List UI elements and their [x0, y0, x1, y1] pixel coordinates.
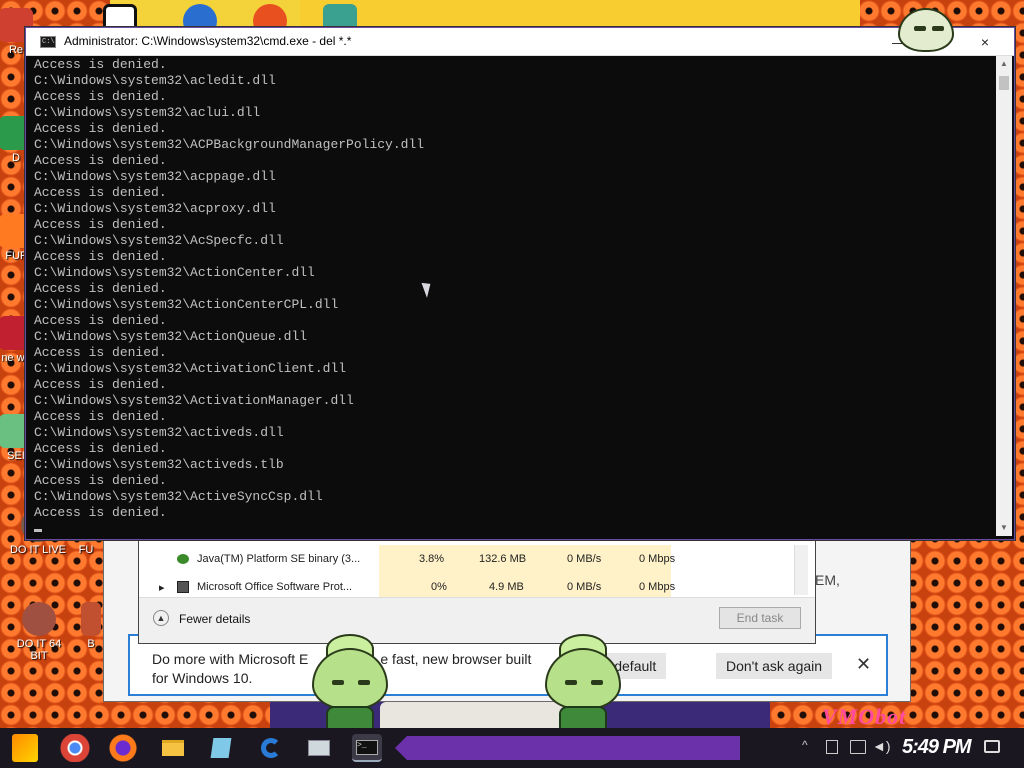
table-row[interactable]: Java(TM) Platform SE binary (3... 3.8% 1…	[147, 545, 799, 573]
disk-value: 0 MB/s	[567, 553, 602, 565]
console-line: Access is denied.	[34, 89, 167, 104]
console-line: C:\Windows\system32\aclui.dll	[34, 105, 261, 120]
clock[interactable]: 5:49 PM	[902, 736, 972, 759]
process-name: Microsoft Office Software Prot...	[197, 581, 353, 593]
console-line: Access is denied.	[34, 121, 167, 136]
console-line: Access is denied.	[34, 185, 167, 200]
disk-value: 0 MB/s	[567, 581, 602, 593]
taskbar-decoration	[395, 736, 740, 760]
console-line: Access is denied.	[34, 217, 167, 232]
fewer-details-link[interactable]: Fewer details	[179, 612, 250, 626]
terminal-icon: C:\	[40, 36, 56, 48]
console-line: C:\Windows\system32\ActionCenter.dll	[34, 265, 315, 280]
taskbar: >_ ^ ◄) 5:49 PM	[0, 728, 1024, 768]
console-line: C:\Windows\system32\acppage.dll	[34, 169, 276, 184]
edge-clipped-text: EM,	[815, 572, 840, 588]
title-bar[interactable]: C:\ Administrator: C:\Windows\system32\c…	[26, 28, 1014, 56]
tablet-icon[interactable]	[826, 740, 838, 754]
cmd-window[interactable]: C:\ Administrator: C:\Windows\system32\c…	[25, 27, 1015, 540]
console-line: C:\Windows\system32\ActionQueue.dll	[34, 329, 308, 344]
volume-icon[interactable]: ◄)	[872, 738, 891, 754]
office-icon	[177, 581, 189, 593]
cartoon-character	[545, 634, 621, 746]
console-line: Access is denied.	[34, 313, 167, 328]
window-title: Administrator: C:\Windows\system32\cmd.e…	[64, 34, 352, 48]
cartoon-character	[898, 8, 956, 64]
file-explorer-icon[interactable]	[158, 734, 188, 762]
wallpaper-comic-strip	[300, 0, 860, 28]
end-task-button[interactable]: End task	[719, 607, 801, 629]
chevron-up-icon[interactable]: ^	[802, 738, 808, 752]
edge-icon[interactable]	[256, 734, 286, 762]
console-line: Access is denied.	[34, 57, 167, 72]
scrollbar[interactable]	[794, 545, 808, 595]
console-line: C:\Windows\system32\ACPBackgroundManager…	[34, 137, 425, 152]
scrollbar[interactable]: ▲ ▼	[996, 56, 1012, 536]
cmd-icon[interactable]: >_	[352, 734, 382, 762]
console-line: C:\Windows\system32\ActivationManager.dl…	[34, 393, 354, 408]
network-value: 0 Mbps	[639, 553, 676, 565]
scroll-thumb[interactable]	[999, 76, 1009, 90]
text-cursor	[34, 529, 42, 532]
wallpaper-watermark: VMObot	[822, 704, 907, 729]
task-manager-footer: ▲ Fewer details End task	[139, 597, 815, 643]
console-line: C:\Windows\system32\ActionCenterCPL.dll	[34, 297, 339, 312]
console-line: Access is denied.	[34, 153, 167, 168]
scroll-down-icon[interactable]: ▼	[996, 520, 1012, 536]
close-icon[interactable]: ✕	[856, 654, 871, 675]
task-manager-icon[interactable]	[304, 734, 334, 762]
cpu-value: 0%	[431, 581, 447, 593]
network-icon[interactable]	[850, 740, 866, 754]
close-button[interactable]: ×	[962, 28, 1008, 56]
firefox-icon[interactable]	[108, 734, 138, 762]
java-icon	[177, 554, 189, 564]
console-line: Access is denied.	[34, 249, 167, 264]
process-name: Java(TM) Platform SE binary (3...	[197, 553, 361, 565]
desktop-icon[interactable]: B	[76, 602, 106, 650]
console-line: Access is denied.	[34, 281, 167, 296]
memory-value: 132.6 MB	[479, 553, 527, 565]
console-line: C:\Windows\system32\acproxy.dll	[34, 201, 276, 216]
app-icon	[81, 602, 101, 636]
start-button[interactable]	[12, 734, 38, 762]
console-line: Access is denied.	[34, 345, 167, 360]
expand-arrow-icon[interactable]: ▸	[159, 581, 165, 594]
console-line: C:\Windows\system32\ActiveSyncCsp.dll	[34, 489, 323, 504]
memory-value: 4.9 MB	[489, 581, 524, 593]
console-output[interactable]: Access is denied. C:\Windows\system32\acl…	[34, 57, 996, 537]
scroll-up-icon[interactable]: ▲	[996, 56, 1012, 72]
cpu-value: 3.8%	[419, 553, 445, 565]
chevron-up-icon[interactable]: ▲	[153, 610, 169, 626]
console-line: C:\Windows\system32\activeds.tlb	[34, 457, 284, 472]
task-manager-window: Java(TM) Platform SE binary (3... 3.8% 1…	[138, 540, 816, 644]
network-value: 0 Mbps	[639, 581, 676, 593]
console-line: Access is denied.	[34, 441, 167, 456]
console-line: C:\Windows\system32\acledit.dll	[34, 73, 276, 88]
console-line: C:\Windows\system32\AcSpecfc.dll	[34, 233, 284, 248]
dont-ask-again-button[interactable]: Don't ask again	[716, 653, 833, 679]
console-line: Access is denied.	[34, 473, 167, 488]
console-line: Access is denied.	[34, 505, 167, 520]
notepad-icon[interactable]	[206, 734, 236, 762]
console-line: C:\Windows\system32\ActivationClient.dll	[34, 361, 347, 376]
console-line: Access is denied.	[34, 377, 167, 392]
console-line: C:\Windows\system32\activeds.dll	[34, 425, 284, 440]
process-list: Java(TM) Platform SE binary (3... 3.8% 1…	[147, 545, 799, 601]
desktop-icon[interactable]: DO IT 64 BIT	[8, 602, 70, 662]
notifications-icon[interactable]	[984, 740, 1000, 753]
app-icon	[22, 602, 56, 636]
cartoon-character	[312, 634, 388, 746]
console-line: Access is denied.	[34, 409, 167, 424]
chrome-icon[interactable]	[60, 734, 90, 762]
